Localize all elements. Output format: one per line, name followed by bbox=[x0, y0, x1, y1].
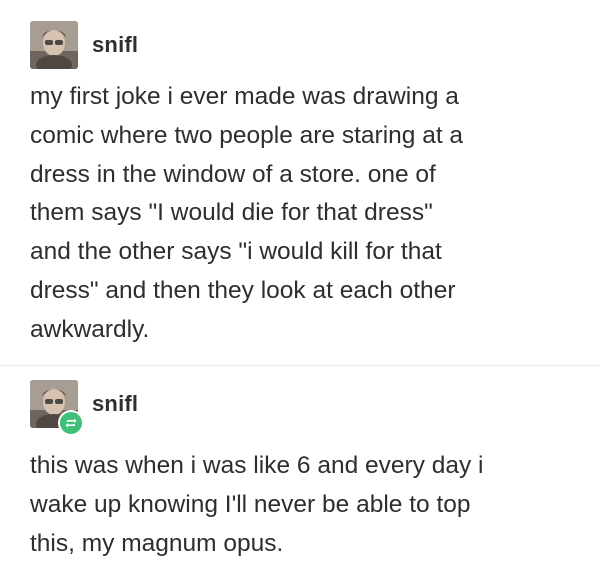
post-header: snifl bbox=[30, 21, 138, 69]
avatar-wrapper bbox=[30, 380, 84, 436]
username[interactable]: snifl bbox=[92, 391, 138, 417]
post-text: my first joke i ever made was drawing a … bbox=[30, 83, 464, 343]
post-text: this was when i was like 6 and every day… bbox=[30, 452, 484, 557]
divider bbox=[0, 365, 600, 366]
post-header: snifl bbox=[30, 380, 138, 436]
reblog-icon bbox=[58, 410, 84, 436]
user-avatar-icon[interactable] bbox=[30, 21, 78, 69]
username[interactable]: snifl bbox=[92, 32, 138, 58]
